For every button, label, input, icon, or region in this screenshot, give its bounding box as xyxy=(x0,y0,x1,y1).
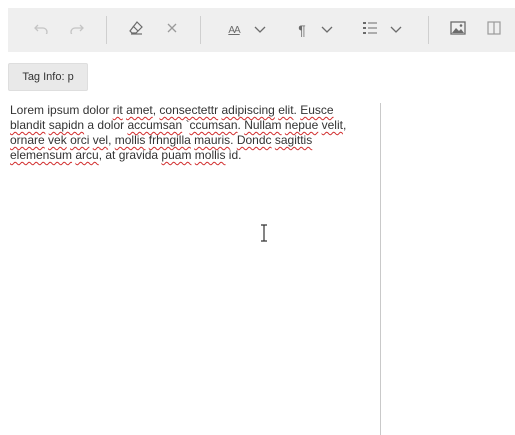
text-run: . xyxy=(230,133,237,147)
editor-content-area[interactable]: Lorem ipsum dolor rit amet, consectettr … xyxy=(10,103,372,433)
misspelled-word: amet xyxy=(126,103,153,117)
paragraph-button[interactable]: ¶ xyxy=(292,19,312,41)
misspelled-word: consectettr xyxy=(159,103,219,117)
misspelled-word: sagittis xyxy=(274,133,313,147)
misspelled-word: nepue xyxy=(284,118,319,132)
text-run: ` xyxy=(182,118,190,132)
misspelled-word: orci xyxy=(70,133,90,147)
misspelled-word: sapidn xyxy=(48,118,85,132)
misspelled-word: Nullam xyxy=(244,118,282,132)
text-run: , xyxy=(342,118,347,132)
eraser-button[interactable] xyxy=(125,19,147,41)
split-view-button[interactable] xyxy=(483,19,505,41)
paragraph-dropdown[interactable] xyxy=(319,19,335,41)
misspelled-word: vel xyxy=(92,133,109,147)
split-view-icon xyxy=(487,20,501,40)
clear-icon xyxy=(166,21,178,39)
font-size-icon: AA xyxy=(228,24,240,36)
paragraph-icon: ¶ xyxy=(298,22,306,38)
misspelled-word: blandit xyxy=(10,118,46,132)
misspelled-word: rit xyxy=(112,103,123,117)
clear-button[interactable] xyxy=(161,19,183,41)
split-pane-divider[interactable] xyxy=(380,103,381,435)
misspelled-word: frhngilla xyxy=(148,133,191,147)
redo-icon xyxy=(69,21,85,39)
misspelled-word: vek xyxy=(48,133,67,147)
redo-button[interactable] xyxy=(66,19,88,41)
misspelled-word: ornare xyxy=(10,133,45,147)
text-run: , at gravida xyxy=(98,148,162,162)
list-dropdown[interactable] xyxy=(388,19,404,41)
toolbar-separator xyxy=(106,16,107,44)
misspelled-word: elit xyxy=(278,103,294,117)
image-icon xyxy=(450,20,466,40)
chevron-down-icon xyxy=(390,21,402,39)
misspelled-word: mollis xyxy=(114,133,146,147)
misspelled-word: arcu xyxy=(75,148,99,162)
insert-image-button[interactable] xyxy=(447,19,469,41)
text-run: Lorem ipsum dolor xyxy=(10,103,113,117)
chevron-down-icon xyxy=(254,21,266,39)
misspelled-word: adipiscing xyxy=(221,103,275,117)
font-size-dropdown[interactable] xyxy=(252,19,268,41)
eraser-icon xyxy=(128,20,144,41)
text-run: , xyxy=(108,133,115,147)
text-cursor-icon xyxy=(259,224,269,242)
misspelled-word: mauris xyxy=(194,133,231,147)
toolbar-separator xyxy=(428,16,429,44)
misspelled-word: ccumsan xyxy=(189,118,238,132)
misspelled-word: mollis xyxy=(194,148,226,162)
editor-paragraph: Lorem ipsum dolor rit amet, consectettr … xyxy=(10,103,372,163)
misspelled-word: puam xyxy=(161,148,192,162)
list-button[interactable] xyxy=(360,19,380,41)
misspelled-word: velit xyxy=(321,118,343,132)
misspelled-word: accumsan xyxy=(127,118,183,132)
misspelled-word: elemensum xyxy=(10,148,73,162)
chevron-down-icon xyxy=(321,21,333,39)
text-run: id. xyxy=(225,148,242,162)
toolbar-separator xyxy=(200,16,201,44)
misspelled-word: Dondc xyxy=(236,133,272,147)
text-run: a dolor xyxy=(84,118,128,132)
undo-icon xyxy=(33,21,49,39)
font-size-button[interactable]: AA xyxy=(224,19,244,41)
tag-info-button[interactable]: Tag Info: p xyxy=(8,63,88,91)
undo-button[interactable] xyxy=(30,19,52,41)
list-icon xyxy=(362,21,378,40)
tag-info-label: Tag Info: p xyxy=(22,71,74,83)
misspelled-word: Eusce xyxy=(300,103,334,117)
editor-toolbar: AA ¶ xyxy=(8,8,515,52)
